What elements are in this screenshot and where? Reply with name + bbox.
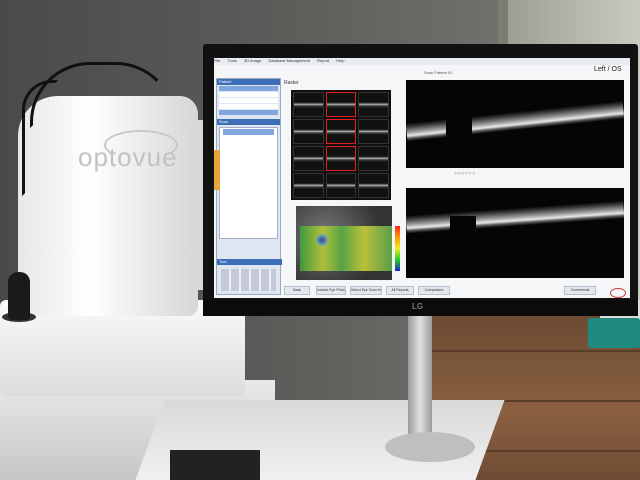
scan-list-item[interactable]: [223, 164, 274, 170]
tool-buttons-grid[interactable]: [221, 269, 276, 291]
patient-action-buttons[interactable]: [219, 110, 278, 115]
left-panel: Patient Scan Tool: [216, 78, 282, 295]
monitor-stand-base: [385, 432, 475, 462]
retina-layer: [406, 100, 624, 142]
side-tab[interactable]: [214, 150, 220, 190]
bscan-thumbnail[interactable]: [358, 146, 389, 171]
include-eye-photo-button[interactable]: Include Eye Photo: [316, 286, 346, 295]
scan-list-item[interactable]: [223, 157, 274, 163]
bscan-thumbnail[interactable]: [293, 92, 324, 117]
bscan-thumbnail[interactable]: [358, 173, 389, 198]
bscan-thumbnail-selected[interactable]: [325, 92, 357, 117]
scan-list-item[interactable]: [223, 129, 274, 135]
joystick[interactable]: [8, 272, 30, 320]
bscan-thumbnail[interactable]: [293, 173, 324, 198]
scan-list-item[interactable]: [223, 178, 274, 184]
patient-row[interactable]: [219, 98, 278, 103]
bscan-image-top[interactable]: [406, 80, 624, 168]
select-eye-scan-button[interactable]: Select Eye Scan Image Merge: [350, 286, 382, 295]
menu-item-database-management[interactable]: Database Management: [268, 58, 310, 63]
scan-list: [219, 127, 278, 239]
bscan-thumbnail[interactable]: [358, 92, 389, 117]
all-reports-button[interactable]: All Reports: [386, 286, 414, 295]
bscan-thumbnail[interactable]: [293, 146, 324, 171]
raster-thumbnail-grid: [291, 90, 391, 200]
scan-list-item[interactable]: [223, 150, 274, 156]
bscan-thumbnail-selected[interactable]: [325, 119, 357, 144]
mask-button[interactable]: Mask: [284, 286, 310, 295]
menu-item-report[interactable]: Report: [317, 58, 329, 63]
monitor-stand-arm: [408, 316, 432, 436]
comparison-button[interactable]: Comparison: [418, 286, 450, 295]
optovue-logo-icon: [610, 288, 626, 298]
bscan-thumbnail[interactable]: [358, 119, 389, 144]
retina-layer: [406, 200, 624, 234]
patient-row[interactable]: [219, 92, 278, 97]
thickness-colorbar: [395, 226, 400, 271]
raster-title: Raster: [284, 80, 299, 86]
menu-item-3d-image[interactable]: 3D Image: [244, 58, 261, 63]
scan-list-item[interactable]: [223, 171, 274, 177]
oct-software-screen: File Tools 3D Image Database Management …: [214, 58, 630, 298]
bottom-button-bar: Mask Include Eye Photo Select Eye Scan I…: [284, 286, 624, 295]
patient-row[interactable]: [219, 104, 278, 109]
menu-item-file[interactable]: File: [214, 58, 220, 63]
menu-item-tools[interactable]: Tools: [228, 58, 237, 63]
scan-list-item[interactable]: [223, 136, 274, 142]
eye-label: Left / OS: [594, 66, 622, 73]
teal-container: [588, 318, 640, 348]
tool-header: Tool: [217, 259, 282, 265]
optic-disc-cup: [450, 216, 476, 256]
monitor-brand-logo: LG: [412, 302, 424, 311]
bscan-caption-symbols: ◇ ◇ ◇ ◇ ◇ ◇: [454, 171, 476, 175]
commercial-button[interactable]: Commercial: [564, 286, 596, 295]
bscan-thumbnail[interactable]: [293, 119, 324, 144]
bscan-thumbnail[interactable]: [325, 173, 357, 198]
bscan-thumbnail-selected[interactable]: [325, 146, 357, 171]
keyboard[interactable]: [170, 450, 260, 480]
scan-header: Scan: [217, 119, 280, 125]
scan-pattern-label: Scan Pattern ID: [424, 70, 453, 75]
device-cable: [22, 80, 58, 196]
patient-row-selected[interactable]: [219, 86, 278, 91]
fovea-marker: [316, 234, 328, 246]
optic-disc-cup: [446, 115, 472, 155]
menu-item-help[interactable]: Help: [336, 58, 344, 63]
floor-plank-line: [420, 350, 640, 352]
scan-list-item[interactable]: [223, 185, 274, 191]
device-logo: optovue: [78, 142, 178, 172]
menu-bar: File Tools 3D Image Database Management …: [214, 58, 630, 65]
scan-list-item[interactable]: [223, 143, 274, 149]
bscan-image-bottom[interactable]: [406, 188, 624, 278]
thickness-heatmap: [300, 226, 392, 271]
patient-header: Patient: [217, 79, 280, 85]
